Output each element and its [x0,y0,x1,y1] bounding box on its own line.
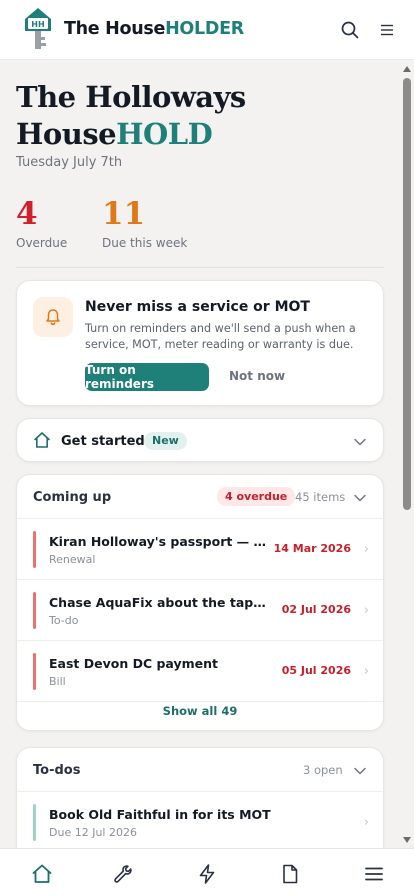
main-content[interactable]: The Holloways HouseHOLD Tuesday July 7th… [0,61,400,848]
chevron-down-icon[interactable] [353,763,367,777]
brand-accent: HOLDER [165,19,244,39]
item-count: 45 items [295,490,346,504]
home-icon [32,864,52,883]
coming-up-item[interactable]: Chase AquaFix about the tap. Again. To-d… [17,580,383,641]
new-badge: New [144,432,187,450]
chevron-down-icon[interactable] [353,434,367,448]
nav-utilities[interactable] [193,860,221,888]
document-icon [283,864,298,884]
overdue-marker [33,653,36,690]
due-week-count: 11 [102,196,146,232]
reminder-title: Never miss a service or MOT [85,299,310,315]
overdue-badge: 4 overdue [217,487,296,506]
scroll-down-arrow[interactable] [403,837,411,843]
item-title: Kiran Holloway's passport — time to rene… [49,534,269,549]
chevron-right-icon: › [363,542,369,557]
overdue-stat[interactable]: 4 Overdue [16,194,67,250]
house-key-logo-icon[interactable]: HH [24,7,52,51]
svg-text:HH: HH [31,20,44,29]
todos-title: To-dos [33,763,81,778]
todos-card: To-dos 3 open Book Old Faithful in for i… [16,747,384,848]
top-bar: HH The HouseHOLDER [0,0,414,60]
menu-button[interactable] [375,18,399,42]
scroll-thumb[interactable] [403,78,411,510]
household-title-main: House [16,117,117,151]
home-outline-icon [33,431,51,453]
due-week-label: Due this week [102,236,188,250]
nav-home[interactable] [28,860,56,888]
chevron-right-icon: › [363,815,369,830]
todo-item[interactable]: Book Old Faithful in for its MOT Due 12 … [17,792,383,848]
todos-count: 3 open [303,763,343,777]
nav-documents[interactable] [276,860,304,888]
turn-on-reminders-button[interactable]: Turn on reminders [85,363,209,391]
wrench-icon [114,865,132,883]
item-title: East Devon DC payment [49,656,219,671]
coming-up-item[interactable]: Kiran Holloway's passport — time to rene… [17,519,383,580]
todos-header[interactable]: To-dos 3 open [17,748,383,792]
overdue-label: Overdue [16,236,68,250]
household-title-line2: HouseHOLD [16,116,246,153]
item-title: Chase AquaFix about the tap. Again. [49,595,269,610]
bell-icon [33,297,73,337]
app-brand: The HouseHOLDER [64,19,244,39]
not-now-button[interactable]: Not now [229,369,285,383]
search-button[interactable] [338,18,362,42]
current-date: Tuesday July 7th [16,155,123,170]
household-title-line1: The Holloways [16,80,246,114]
menu-icon [365,867,383,881]
app: HH The HouseHOLDER The Holloways HouseHO… [0,0,414,896]
item-due-date: 14 Mar 2026 [273,542,351,555]
due-week-stat[interactable]: 11 Due this week [102,194,187,250]
item-category: Bill [49,675,66,688]
hamburger-icon [381,24,393,36]
coming-up-card: Coming up 4 overdue 45 items Kiran Hollo… [16,474,384,731]
nav-maintenance[interactable] [109,860,137,888]
household-title: The Holloways HouseHOLD [16,79,246,153]
coming-up-header[interactable]: Coming up 4 overdue 45 items [17,475,383,519]
item-category: To-do [49,614,79,627]
stats-divider [16,267,384,268]
brand-main: The House [64,19,166,39]
item-due-date: 05 Jul 2026 [281,664,351,677]
get-started-title: Get started [61,434,145,449]
get-started-card[interactable]: Get started New [16,418,384,462]
item-category: Renewal [49,553,96,566]
household-title-accent: HOLD [116,117,213,151]
coming-up-item[interactable]: East Devon DC payment Bill 05 Jul 2026 › [17,641,383,702]
overdue-marker [33,531,36,568]
reminder-card: Never miss a service or MOT Turn on remi… [16,280,384,406]
chevron-right-icon: › [363,603,369,618]
nav-more[interactable] [360,860,388,888]
todo-marker [33,804,36,841]
todo-due: Due 12 Jul 2026 [49,826,137,839]
coming-up-title: Coming up [33,490,112,505]
show-all-link[interactable]: Show all 49 [17,704,383,718]
scrollbar[interactable] [400,61,414,848]
lightning-icon [199,864,215,884]
bottom-nav [0,848,414,896]
item-due-date: 02 Jul 2026 [281,603,351,616]
overdue-count: 4 [16,196,38,232]
scroll-up-arrow[interactable] [403,66,411,72]
chevron-right-icon: › [363,664,369,679]
todo-title: Book Old Faithful in for its MOT [49,807,271,822]
search-icon [341,21,359,39]
chevron-down-icon[interactable] [353,490,367,504]
reminder-text: Turn on reminders and we'll send a push … [85,322,356,351]
overdue-marker [33,592,36,629]
